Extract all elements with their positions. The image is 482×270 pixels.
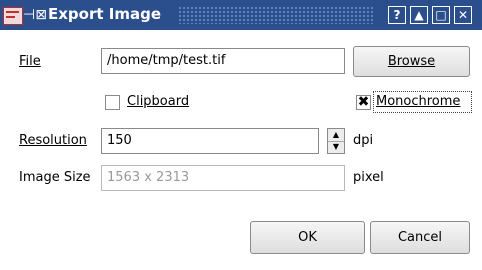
resolution-unit: dpi: [353, 133, 374, 148]
export-image-dialog: ⊣⊠ Export Image ? ▲ □ ✕ File /home/tmp/t…: [0, 0, 482, 270]
spin-down-icon[interactable]: ▼: [328, 141, 344, 153]
window-title: Export Image: [48, 5, 161, 23]
image-export-icon[interactable]: [3, 7, 23, 25]
pin-icon[interactable]: ⊣⊠: [23, 6, 47, 24]
cancel-button[interactable]: Cancel: [370, 221, 470, 254]
resolution-spinner[interactable]: ▲ ▼: [327, 128, 345, 154]
image-size-field: 1563 x 2313: [101, 165, 345, 191]
browse-button-label: Browse: [387, 54, 436, 69]
image-size-unit: pixel: [353, 170, 384, 185]
clipboard-checkbox[interactable]: [105, 95, 120, 110]
close-button[interactable]: ✕: [454, 6, 472, 24]
resolution-input[interactable]: 150: [101, 128, 319, 154]
title-bar[interactable]: ⊣⊠ Export Image ? ▲ □ ✕: [0, 0, 482, 30]
title-bar-pattern: [178, 6, 373, 24]
shade-button[interactable]: ▲: [410, 6, 428, 24]
monochrome-label[interactable]: Monochrome: [376, 94, 460, 109]
maximize-button[interactable]: □: [432, 6, 450, 24]
file-path-input[interactable]: /home/tmp/test.tif: [101, 48, 345, 74]
clipboard-label[interactable]: Clipboard: [127, 94, 189, 109]
browse-button[interactable]: Browse: [353, 46, 470, 77]
monochrome-checkbox[interactable]: ✖: [356, 95, 371, 110]
file-label: File: [19, 54, 41, 69]
resolution-label: Resolution: [19, 133, 87, 148]
image-size-label: Image Size: [19, 170, 91, 185]
help-button[interactable]: ?: [388, 6, 406, 24]
ok-button[interactable]: OK: [250, 221, 365, 254]
